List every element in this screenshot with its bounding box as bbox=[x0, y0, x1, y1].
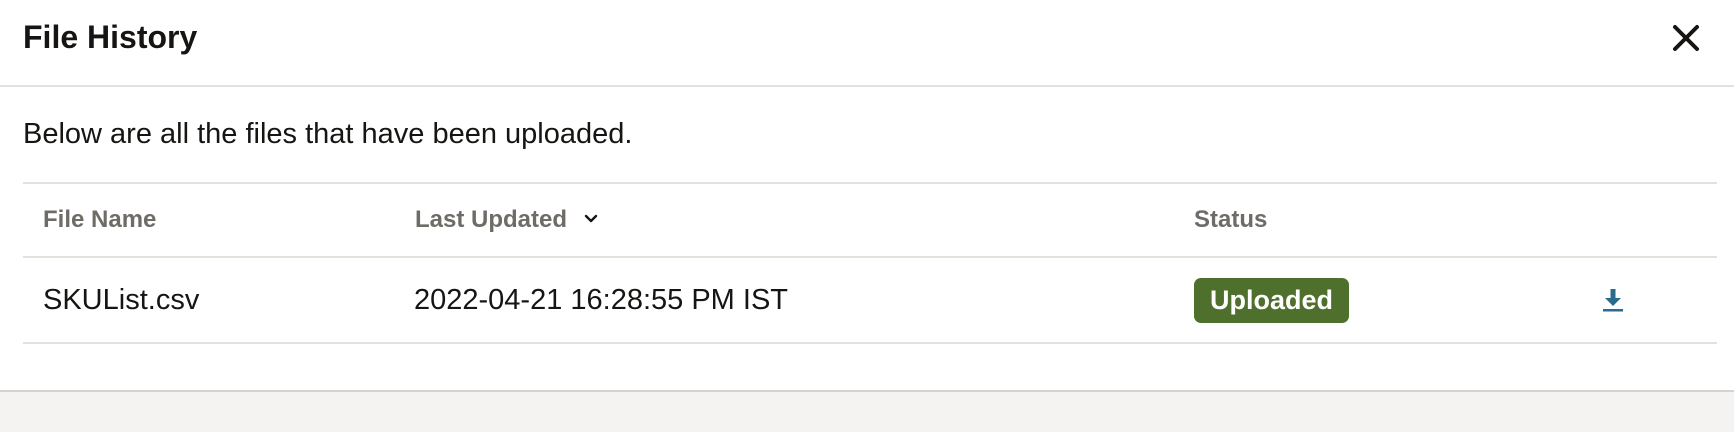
file-history-dialog: File History Below are all the files tha… bbox=[0, 0, 1734, 432]
table-header-row: File Name Last Updated Status bbox=[23, 184, 1717, 258]
table-row: SKUList.csv 2022-04-21 16:28:55 PM IST U… bbox=[23, 258, 1717, 344]
dialog-title: File History bbox=[23, 19, 198, 55]
last-updated-cell: 2022-04-21 16:28:55 PM IST bbox=[414, 284, 789, 316]
column-header-last-updated[interactable]: Last Updated bbox=[415, 203, 598, 237]
chevron-down-icon bbox=[584, 214, 597, 222]
close-button[interactable] bbox=[1666, 18, 1706, 58]
download-button[interactable] bbox=[1598, 286, 1628, 316]
download-icon bbox=[1603, 289, 1623, 312]
column-header-label: Last Updated bbox=[415, 206, 568, 233]
status-badge: Uploaded bbox=[1194, 278, 1350, 323]
column-header-label: File Name bbox=[43, 206, 157, 233]
intro-text: Below are all the files that have been u… bbox=[23, 118, 633, 150]
column-header-status: Status bbox=[1194, 203, 1267, 237]
close-icon bbox=[1673, 25, 1699, 51]
column-header-file-name: File Name bbox=[43, 203, 156, 237]
file-name-cell: SKUList.csv bbox=[43, 284, 200, 316]
dialog-header: File History bbox=[0, 0, 1734, 87]
dialog-footer bbox=[0, 390, 1734, 432]
column-header-label: Status bbox=[1194, 206, 1268, 233]
